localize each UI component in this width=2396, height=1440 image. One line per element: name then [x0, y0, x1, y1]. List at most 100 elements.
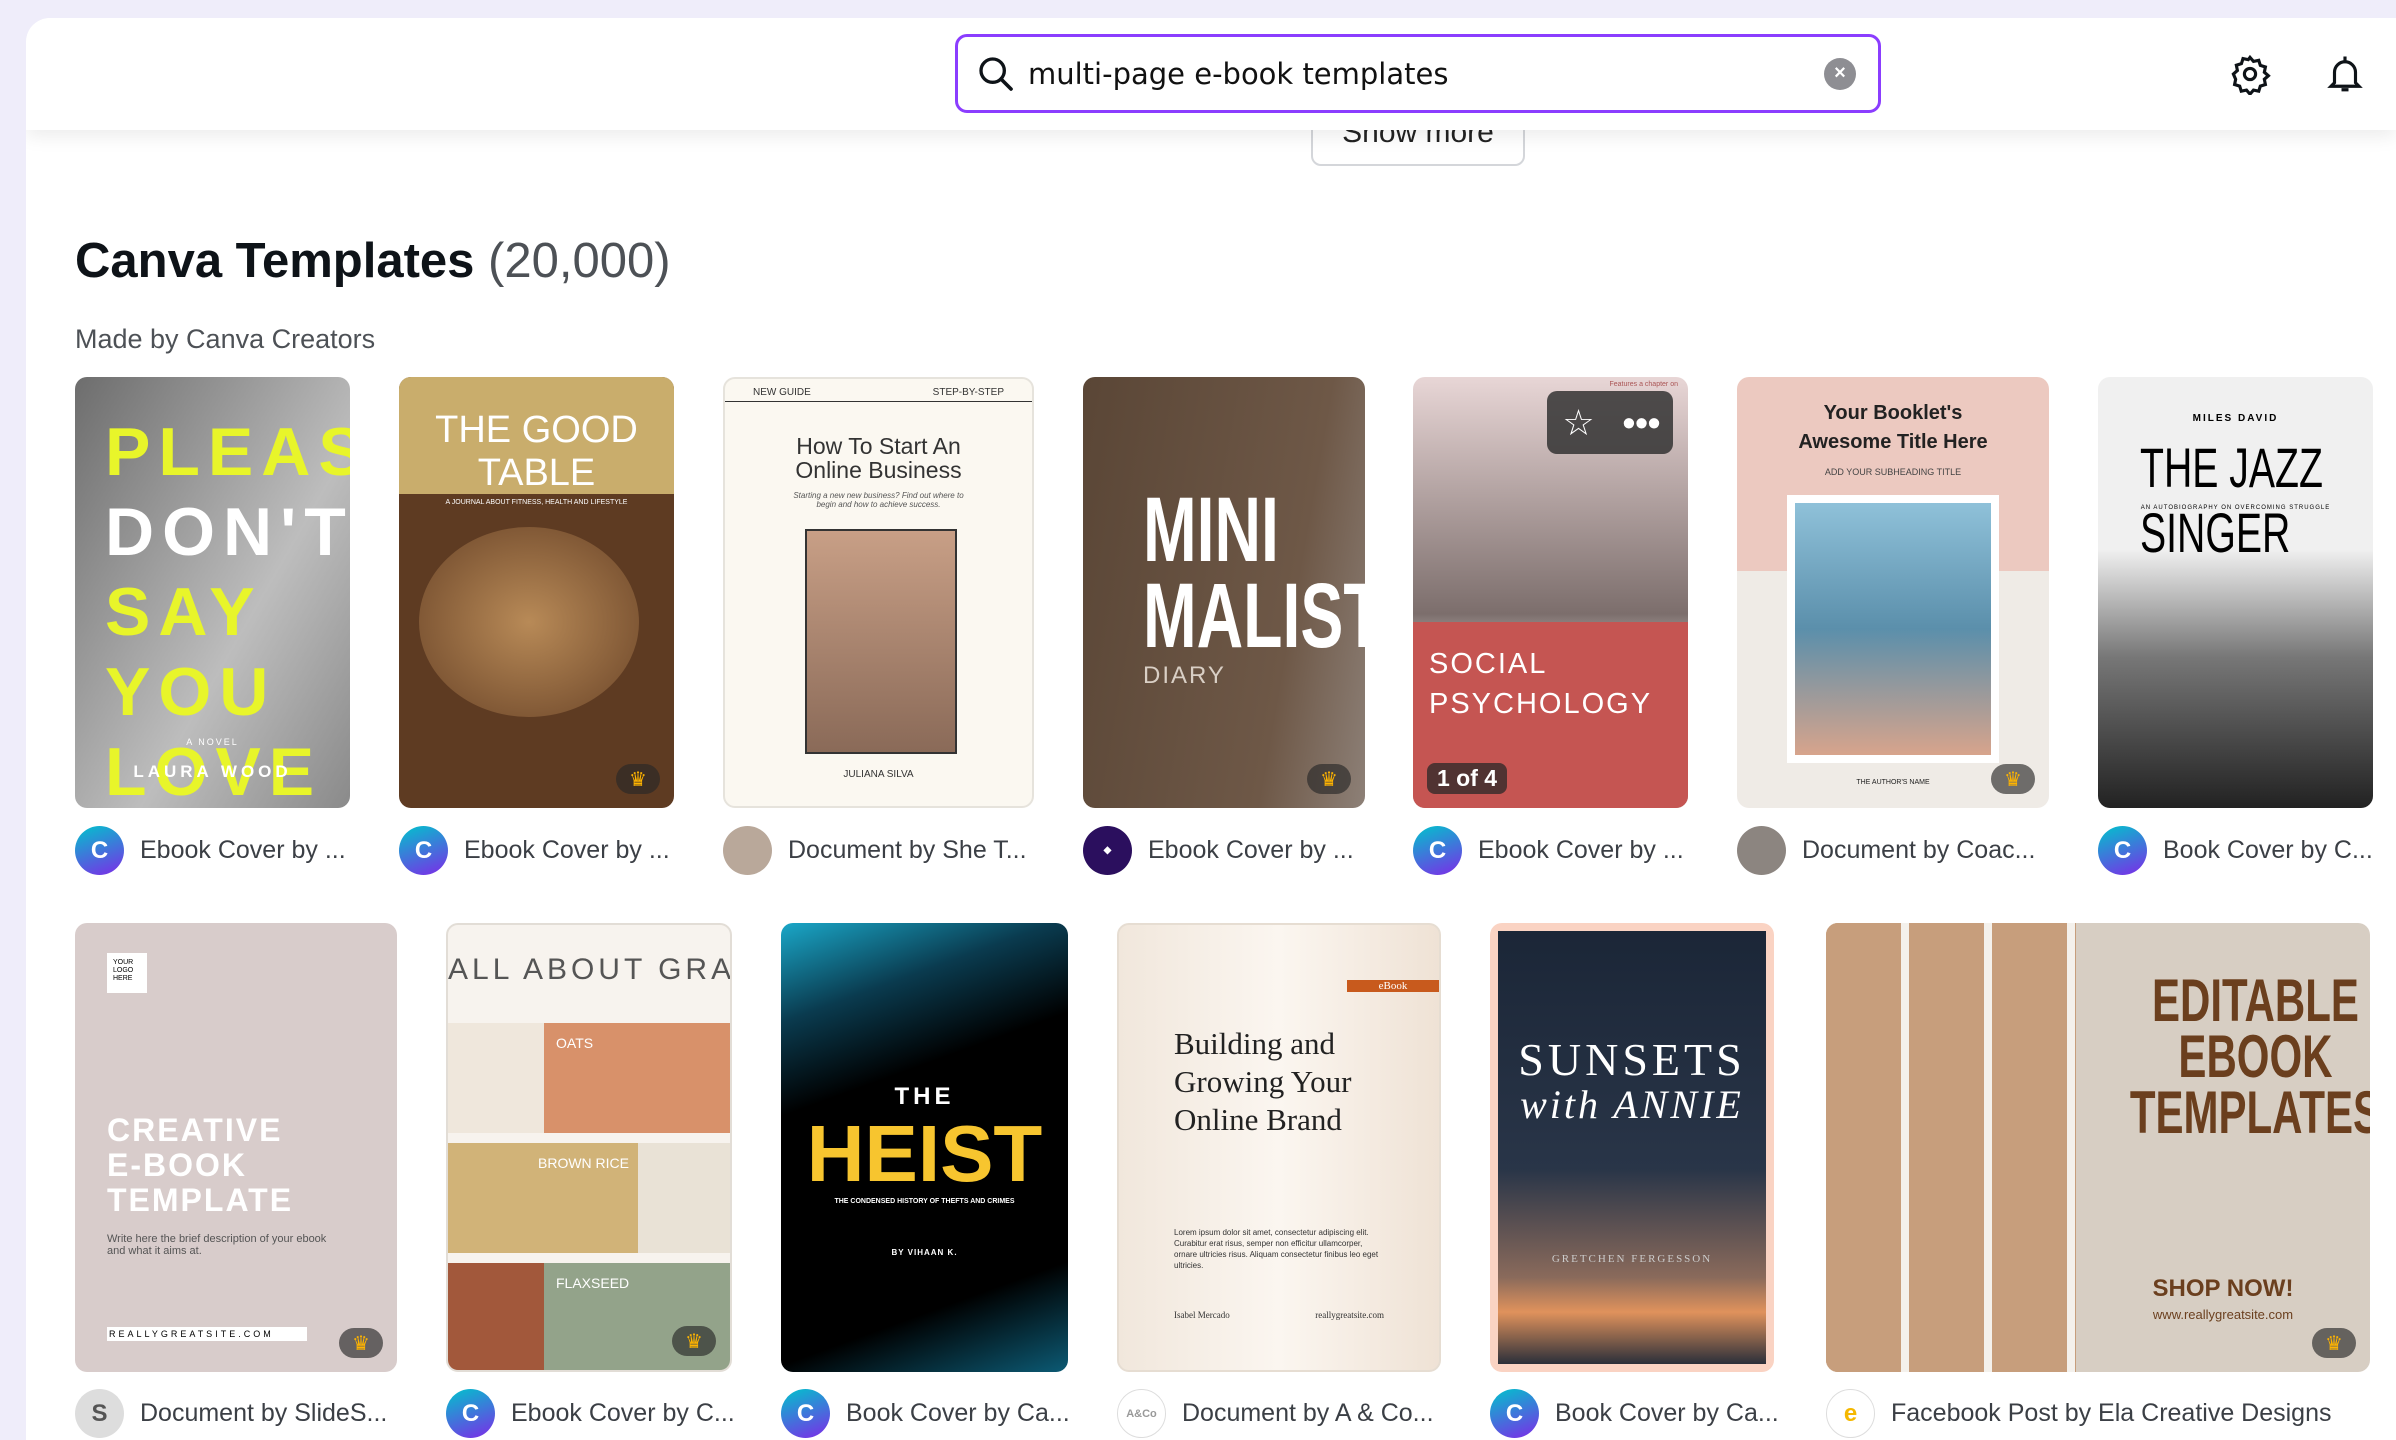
caption-text: Book Cover by Ca...	[1555, 1399, 1779, 1427]
cover-title: EDITABLE EBOOK TEMPLATES	[2129, 967, 2370, 1146]
logo-placeholder: YOUR LOGO HERE	[107, 953, 147, 993]
cover-note: Features a chapter on	[1609, 381, 1679, 388]
bread-image	[419, 527, 639, 717]
cover-url: REALLYGREATSITE.COM	[107, 1327, 307, 1341]
caption-text: Document by She T...	[788, 836, 1027, 864]
template-caption[interactable]: C Ebook Cover by ...	[399, 826, 670, 875]
cover-tag: NEW GUIDE	[753, 387, 811, 398]
caption-text: Ebook Cover by ...	[1148, 836, 1354, 864]
template-card[interactable]: MINI MALIST. DIARY ♛	[1083, 377, 1365, 808]
cover-subtitle: Starting a new new business? Find out wh…	[793, 491, 964, 509]
more-options-icon[interactable]: •••	[1610, 402, 1673, 444]
cover-tag: STEP-BY-STEP	[932, 387, 1004, 398]
cover-subtitle: A NOVEL	[186, 737, 239, 747]
main-panel: × Show more Canva Templates (20,000) Mad…	[26, 18, 2396, 1440]
template-card[interactable]: THE GOOD TABLE A JOURNAL ABOUT FITNESS, …	[399, 377, 674, 808]
photo-collage	[1826, 923, 2076, 1372]
portrait-image	[805, 529, 957, 754]
food-image	[638, 1143, 730, 1253]
template-caption[interactable]: ◆ Ebook Cover by ...	[1083, 826, 1354, 875]
section-title-text: Canva Templates	[75, 234, 475, 288]
card-actions: ☆ •••	[1547, 391, 1673, 454]
cover-title: ALL ABOUT GRAINS	[448, 953, 732, 986]
template-card[interactable]: PLEASE DON'T SAY YOU LOVE ME A NOVEL LAU…	[75, 377, 350, 808]
template-card[interactable]: THE HEIST THE CONDENSED HISTORY OF THEFT…	[781, 923, 1068, 1372]
cover-author: JULIANA SILVA	[843, 769, 914, 780]
search-bar[interactable]: ×	[955, 34, 1881, 113]
cover-author: MILES DAVID	[2192, 413, 2279, 424]
cover-url: reallygreatsite.com	[1315, 1310, 1384, 1320]
template-card[interactable]: Your Booklet's Awesome Title Here ADD YO…	[1737, 377, 2049, 808]
cover-author: LAURA WOOD	[133, 762, 292, 781]
caption-text: Document by A & Co...	[1182, 1399, 1434, 1427]
bell-icon[interactable]	[2317, 46, 2373, 102]
caption-text: Book Cover by C...	[2163, 836, 2373, 864]
creator-avatar: e	[1826, 1389, 1875, 1438]
template-caption[interactable]: C Book Cover by Ca...	[781, 1389, 1070, 1438]
template-card[interactable]: SUNSETS with ANNIE GRETCHEN FERGESSON	[1490, 923, 1774, 1372]
section-subtitle: Made by Canva Creators	[75, 324, 376, 354]
canva-avatar: C	[781, 1389, 830, 1438]
caption-text: Book Cover by Ca...	[846, 1399, 1070, 1427]
template-caption[interactable]: C Ebook Cover by C...	[446, 1389, 735, 1438]
cover-title-line: DON'T	[105, 494, 350, 570]
cover-subtitle: AN AUTOBIOGRAPHY ON OVERCOMING STRUGGLE	[2140, 505, 2331, 511]
template-caption[interactable]: C Book Cover by Ca...	[1490, 1389, 1779, 1438]
cover-title: Building and Growing Your Online Brand	[1174, 1026, 1352, 1137]
template-card[interactable]: MILES DAVID THE JAZZ SINGER AN AUTOBIOGR…	[2098, 377, 2373, 808]
template-caption[interactable]: C Ebook Cover by ...	[75, 826, 346, 875]
cover-title-line: PLEASE	[105, 414, 350, 490]
creator-avatar	[1737, 826, 1786, 875]
canva-avatar: C	[2098, 826, 2147, 875]
cover-photo	[1787, 495, 1999, 763]
page-count-badge: 1 of 4	[1427, 763, 1508, 794]
premium-crown-icon: ♛	[1991, 764, 2035, 794]
template-card[interactable]: Features a chapter on ☆ ••• SOCIAL PSYCH…	[1413, 377, 1688, 808]
cover-title: Your Booklet's Awesome Title Here	[1798, 402, 1988, 453]
cover-title: SOCIAL PSYCHOLOGY	[1429, 648, 1653, 720]
cover-title: CREATIVE E-BOOK TEMPLATE	[107, 1112, 294, 1218]
template-caption[interactable]: C Book Cover by C...	[2098, 826, 2373, 875]
cover-subtitle: A JOURNAL ABOUT FITNESS, HEALTH AND LIFE…	[445, 499, 628, 506]
caption-text: Document by SlideS...	[140, 1399, 388, 1427]
template-card[interactable]: ALL ABOUT GRAINS OATS BROWN RICE FLAXSEE…	[446, 923, 732, 1372]
cover-subtitle: with ANNIE	[1520, 1082, 1744, 1127]
template-caption[interactable]: e Facebook Post by Ela Creative Designs	[1826, 1389, 2332, 1438]
creator-avatar: ◆	[1083, 826, 1132, 875]
top-header: ×	[26, 18, 2396, 130]
premium-crown-icon: ♛	[616, 764, 660, 794]
gear-icon[interactable]	[2222, 46, 2278, 102]
section-title: Canva Templates (20,000)	[75, 233, 671, 289]
template-card[interactable]: NEW GUIDE STEP-BY-STEP How To Start An O…	[723, 377, 1034, 808]
cover-title: MINI MALIST.	[1143, 479, 1365, 667]
creator-avatar	[723, 826, 772, 875]
template-caption[interactable]: Document by Coac...	[1737, 826, 2035, 875]
template-card[interactable]: YOUR LOGO HERE CREATIVE E-BOOK TEMPLATE …	[75, 923, 397, 1372]
creator-avatar: S	[75, 1389, 124, 1438]
premium-crown-icon: ♛	[2312, 1328, 2356, 1358]
food-image	[448, 1023, 544, 1133]
cover-tag: eBook	[1347, 980, 1439, 992]
canva-avatar: C	[1490, 1389, 1539, 1438]
template-caption[interactable]: S Document by SlideS...	[75, 1389, 387, 1438]
food-image	[448, 1263, 544, 1370]
template-count: (20,000)	[488, 234, 671, 288]
cover-subtitle: ADD YOUR SUBHEADING TITLE	[1824, 467, 1962, 477]
cover-subtitle: DIARY	[1143, 662, 1226, 689]
cover-title: HEIST	[806, 1109, 1043, 1198]
template-caption[interactable]: Document by She T...	[723, 826, 1027, 875]
cover-url: www.reallygreatsite.com	[2152, 1307, 2294, 1322]
caption-text: Document by Coac...	[1802, 836, 2036, 864]
cover-author: Isabel Mercado	[1174, 1310, 1230, 1320]
star-icon[interactable]: ☆	[1547, 402, 1610, 444]
cover-title: THE JAZZ SINGER	[2140, 436, 2323, 564]
template-card[interactable]: EDITABLE EBOOK TEMPLATES SHOP NOW! www.r…	[1826, 923, 2370, 1372]
template-card[interactable]: eBook Building and Growing Your Online B…	[1117, 923, 1441, 1372]
template-caption[interactable]: A&Co Document by A & Co...	[1117, 1389, 1434, 1438]
premium-crown-icon: ♛	[672, 1326, 716, 1356]
template-caption[interactable]: C Ebook Cover by ...	[1413, 826, 1684, 875]
search-input[interactable]	[1028, 56, 1824, 91]
cover-title-line: SAY YOU	[105, 574, 277, 730]
cover-subtitle: THE CONDENSED HISTORY OF THEFTS AND CRIM…	[834, 1198, 1015, 1205]
clear-search-icon[interactable]: ×	[1824, 57, 1856, 90]
